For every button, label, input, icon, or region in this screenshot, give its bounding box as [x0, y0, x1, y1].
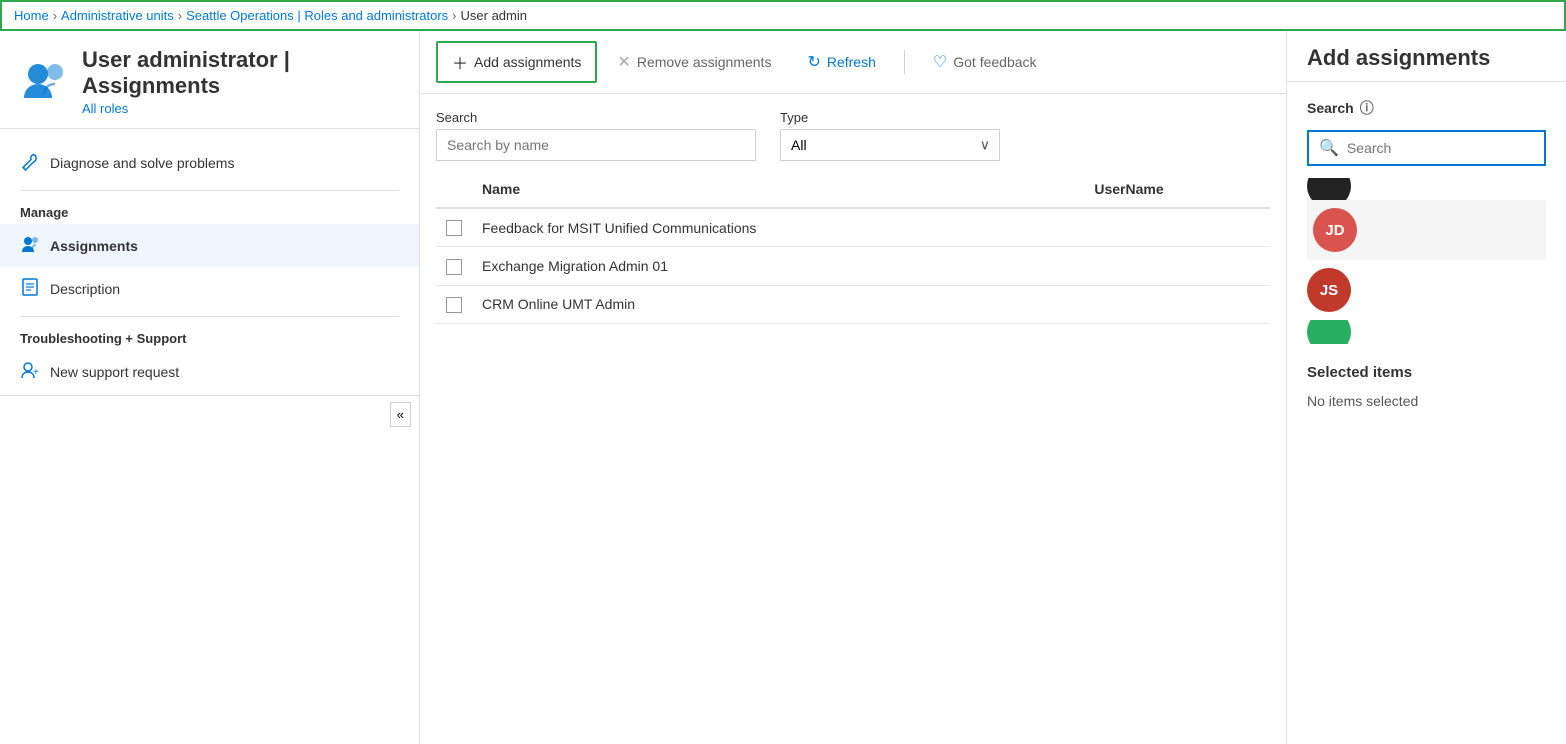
assignments-table: Name UserName Feedback for MSIT Unified … — [436, 171, 1270, 324]
assignments-icon — [20, 234, 40, 257]
sidebar-item-support[interactable]: + New support request — [0, 350, 419, 393]
info-icon: ⓘ — [1360, 98, 1374, 118]
content-area: ＋ Add assignments ✕ Remove assignments ↻… — [420, 31, 1286, 744]
right-panel-title: Add assignments — [1287, 31, 1566, 82]
refresh-icon: ↻ — [807, 52, 820, 72]
page-subtitle: All roles — [82, 101, 399, 116]
right-search-label-row: Search ⓘ — [1307, 98, 1546, 118]
type-select[interactable]: All User Group Service principal — [780, 129, 1000, 161]
avatar-item-4[interactable] — [1307, 320, 1546, 344]
sidebar-item-support-label: New support request — [50, 364, 179, 380]
avatar-jd: JD — [1313, 208, 1357, 252]
avatar-item-2[interactable]: JD — [1307, 200, 1546, 260]
no-items-text: No items selected — [1307, 393, 1546, 409]
feedback-label: Got feedback — [953, 54, 1036, 70]
breadcrumb: Home › Administrative units › Seattle Op… — [0, 0, 1566, 31]
table-row: Feedback for MSIT Unified Communications — [436, 208, 1270, 247]
plus-icon: ＋ — [452, 50, 468, 74]
row-checkbox-1[interactable] — [446, 220, 462, 236]
remove-assignments-label: Remove assignments — [637, 54, 772, 70]
row-2-username — [1084, 247, 1270, 285]
breadcrumb-home[interactable]: Home — [14, 8, 49, 23]
search-input[interactable] — [436, 129, 756, 161]
sidebar-item-assignments-label: Assignments — [50, 238, 138, 254]
add-assignments-label: Add assignments — [474, 54, 581, 70]
type-group: Type All User Group Service principal ∨ — [780, 110, 1000, 161]
sidebar: User administrator | Assignments All rol… — [0, 31, 420, 744]
breadcrumb-seattle[interactable]: Seattle Operations | Roles and administr… — [186, 8, 448, 23]
x-icon: ✕ — [617, 52, 630, 72]
manage-section-label: Manage — [0, 197, 419, 224]
avatar-item-3[interactable]: JS — [1307, 260, 1546, 320]
filter-area: Search Type All User Group Service princ… — [420, 94, 1286, 171]
right-panel: Add assignments Search ⓘ 🔍 JD — [1286, 31, 1566, 744]
search-group: Search — [436, 110, 756, 161]
select-all-header — [436, 171, 472, 208]
username-column-header: UserName — [1084, 171, 1270, 208]
page-title: User administrator | Assignments — [82, 47, 399, 99]
wrench-icon — [20, 151, 40, 174]
row-checkbox-2[interactable] — [446, 259, 462, 275]
row-3-name: CRM Online UMT Admin — [472, 285, 1084, 323]
page-header: User administrator | Assignments All rol… — [0, 31, 419, 129]
row-checkbox-3[interactable] — [446, 297, 462, 313]
selected-items-label: Selected items — [1307, 364, 1546, 381]
refresh-button[interactable]: ↻ Refresh — [791, 43, 891, 81]
user-admin-icon — [20, 58, 68, 106]
right-search-field: 🔍 — [1307, 130, 1546, 166]
row-2-name: Exchange Migration Admin 01 — [472, 247, 1084, 285]
svg-text:+: + — [33, 367, 39, 378]
breadcrumb-admin-units[interactable]: Administrative units — [61, 8, 174, 23]
feedback-button[interactable]: ♡ Got feedback — [917, 43, 1053, 81]
refresh-label: Refresh — [827, 54, 876, 70]
row-1-username — [1084, 208, 1270, 247]
description-icon — [20, 277, 40, 300]
search-icon: 🔍 — [1319, 138, 1339, 158]
troubleshoot-section-label: Troubleshooting + Support — [0, 323, 419, 350]
support-icon: + — [20, 360, 40, 383]
row-3-username — [1084, 285, 1270, 323]
sidebar-item-diagnose[interactable]: Diagnose and solve problems — [0, 141, 419, 184]
right-panel-body: Search ⓘ 🔍 JD JS — [1287, 82, 1566, 425]
collapse-button[interactable]: « — [390, 402, 411, 427]
sidebar-nav: Diagnose and solve problems Manage Assig… — [0, 129, 419, 405]
sidebar-item-description[interactable]: Description — [0, 267, 419, 310]
remove-assignments-button[interactable]: ✕ Remove assignments — [601, 43, 787, 81]
toolbar-divider — [904, 50, 905, 74]
right-search-input[interactable] — [1347, 140, 1534, 156]
table-area: Name UserName Feedback for MSIT Unified … — [420, 171, 1286, 744]
breadcrumb-current: User admin — [461, 8, 527, 23]
avatar-js: JS — [1307, 268, 1351, 312]
sidebar-item-diagnose-label: Diagnose and solve problems — [50, 155, 234, 171]
avatar-4 — [1307, 320, 1351, 344]
heart-icon: ♡ — [933, 52, 947, 72]
sidebar-item-description-label: Description — [50, 281, 120, 297]
avatar-item-1[interactable] — [1307, 178, 1546, 200]
avatar-1 — [1307, 178, 1351, 200]
sidebar-item-assignments[interactable]: Assignments — [0, 224, 419, 267]
right-search-label: Search — [1307, 100, 1354, 116]
troubleshoot-divider — [20, 316, 399, 317]
add-assignments-button[interactable]: ＋ Add assignments — [436, 41, 597, 83]
name-column-header: Name — [472, 171, 1084, 208]
manage-divider — [20, 190, 399, 191]
avatar-list: JD JS — [1307, 178, 1546, 344]
type-field-label: Type — [780, 110, 1000, 125]
table-row: CRM Online UMT Admin — [436, 285, 1270, 323]
search-field-label: Search — [436, 110, 756, 125]
row-1-name: Feedback for MSIT Unified Communications — [472, 208, 1084, 247]
collapse-icon: « — [397, 407, 404, 422]
type-select-wrapper: All User Group Service principal ∨ — [780, 129, 1000, 161]
toolbar: ＋ Add assignments ✕ Remove assignments ↻… — [420, 31, 1286, 94]
table-row: Exchange Migration Admin 01 — [436, 247, 1270, 285]
